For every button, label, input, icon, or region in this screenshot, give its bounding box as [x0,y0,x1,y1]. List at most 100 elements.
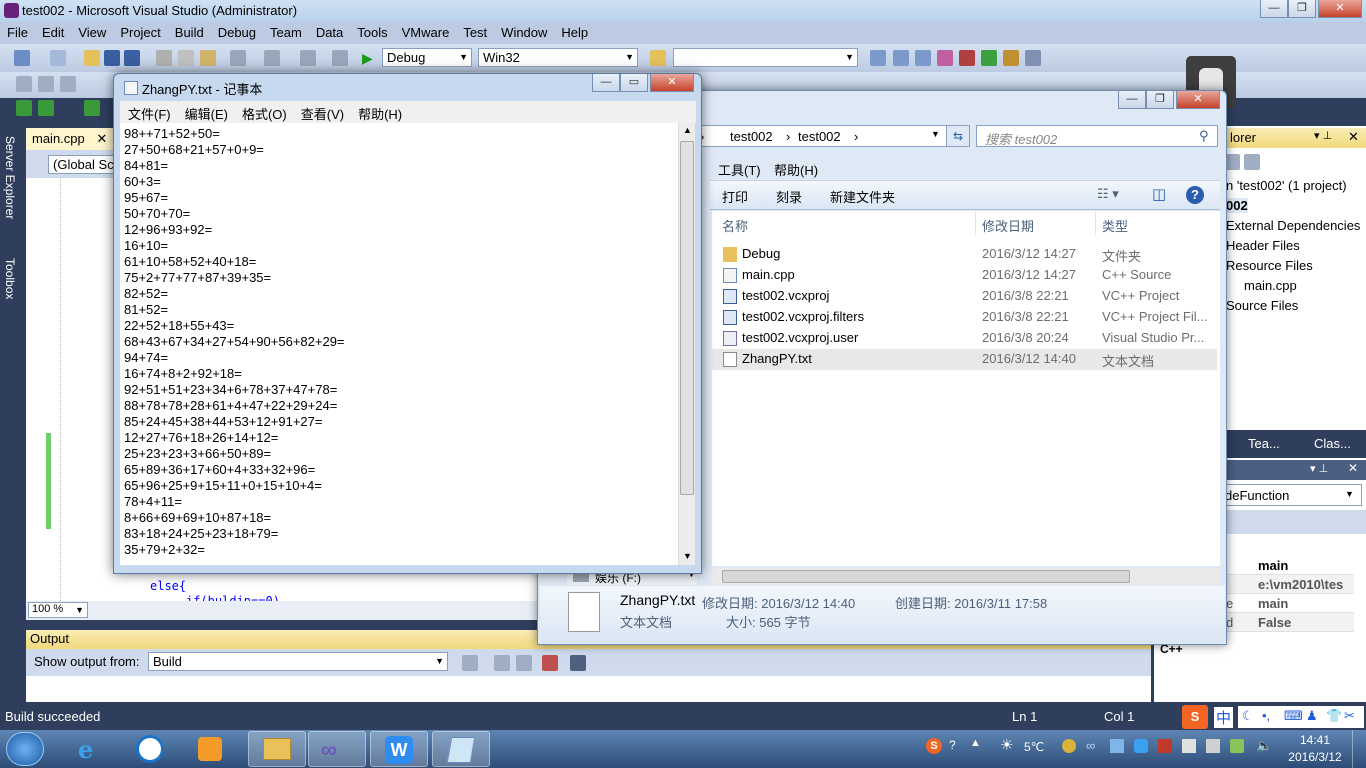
save-all-icon[interactable] [124,50,140,66]
chevron-down-icon[interactable]: ▼ [931,129,940,139]
extension-manager-icon[interactable] [1003,50,1019,66]
print-button[interactable]: 打印 [722,187,748,206]
add-item-icon[interactable] [50,50,66,66]
menu-help[interactable]: 帮助(H) [350,101,408,123]
tab-class-view[interactable]: Clas... [1314,436,1351,451]
menu-edit[interactable]: Edit [35,22,71,40]
show-desktop-button[interactable] [1352,730,1366,768]
new-project-icon[interactable] [14,50,30,66]
usb-tray-icon[interactable] [1182,739,1196,753]
ime-mode[interactable]: 中 [1214,707,1234,728]
search-icon[interactable]: ⚲ [1199,128,1209,144]
undo-icon[interactable] [230,50,246,66]
punctuation-icon[interactable]: •, [1262,708,1270,723]
menu-file[interactable]: File [0,22,35,40]
debug-icon[interactable] [38,100,54,116]
close-button[interactable]: ✕ [1318,0,1362,18]
start-button[interactable] [6,732,44,766]
new-folder-button[interactable]: 新建文件夹 [830,187,895,206]
action-center-icon[interactable] [1206,739,1220,753]
tools-icon[interactable] [959,50,975,66]
properties-icon[interactable] [893,50,909,66]
tree-external-dependencies[interactable]: External Dependencies [1226,218,1360,233]
keyboard-icon[interactable]: ⌨ [1284,708,1303,724]
skin-icon[interactable]: 👕 [1326,708,1342,724]
paste-icon[interactable] [200,50,216,66]
tree-project[interactable]: 002 [1226,198,1248,213]
tab-main-cpp[interactable]: main.cpp ✕ [26,128,116,150]
zoom-dropdown[interactable]: 100 % ▼ [28,602,88,618]
solution-configuration-dropdown[interactable]: Debug ▼ [382,48,472,67]
tree-header-files[interactable]: Header Files [1226,238,1300,253]
output-source-dropdown[interactable]: Build ▼ [148,652,448,671]
menu-data[interactable]: Data [309,22,350,40]
file-row[interactable]: Debug 2016/3/12 14:27 文件夹 [712,244,1217,265]
preview-pane-icon[interactable]: ◫ [1152,185,1166,203]
toolbox-tab[interactable]: Toolbox [3,258,17,299]
maximize-button[interactable]: ▭ [620,74,648,92]
temperature[interactable]: 5℃ [1024,740,1044,754]
word-wrap-icon[interactable] [570,655,586,671]
navigate-forward-icon[interactable] [332,50,348,66]
tree-main-cpp[interactable]: main.cpp [1244,278,1297,293]
minimize-button[interactable]: — [1118,91,1146,109]
explorer-taskbar-button[interactable] [248,731,306,767]
pin-icon[interactable]: ▾ ⊥ [1314,129,1332,142]
maximize-button[interactable]: ❐ [1288,0,1316,18]
menu-project[interactable]: Project [113,22,167,40]
ie-taskbar-button[interactable]: e [62,731,120,767]
scroll-thumb[interactable] [722,570,1130,583]
menu-tools[interactable]: 工具(T) [718,160,761,179]
debug-icon[interactable] [84,100,100,116]
file-row[interactable]: test002.vcxproj.user 2016/3/8 20:24 Visual… [712,328,1217,349]
tree-solution[interactable]: n 'test002' (1 project) [1226,178,1347,193]
object-browser-icon[interactable] [915,50,931,66]
toolbox-icon[interactable] [937,50,953,66]
next-message-icon[interactable] [516,655,532,671]
sogou-ime-icon[interactable]: S [1182,705,1208,729]
menu-format[interactable]: 格式(O) [234,101,293,123]
toolbar-icon[interactable] [60,76,76,92]
breadcrumb-item[interactable]: test002 [798,129,841,144]
pin-icon[interactable]: ▾ ⊥ [1310,462,1328,475]
tray-icon[interactable] [1110,739,1124,753]
debug-step-icon[interactable] [16,100,32,116]
menu-vmware[interactable]: VMware [395,22,457,40]
column-date[interactable]: 修改日期 [982,216,1034,235]
tree-source-files[interactable]: Source Files [1226,298,1298,313]
find-in-files-icon[interactable] [650,50,666,66]
toolbar-icon[interactable] [38,76,54,92]
solution-explorer-icon[interactable] [870,50,886,66]
clear-all-icon[interactable] [542,655,558,671]
menu-debug[interactable]: Debug [211,22,263,40]
open-file-icon[interactable] [84,50,100,66]
close-icon[interactable]: ✕ [96,131,107,146]
moon-icon[interactable]: ☾ [1242,708,1254,724]
help-icon[interactable]: ? [1186,186,1204,204]
maximize-button[interactable]: ❐ [1146,91,1174,109]
file-row[interactable]: test002.vcxproj 2016/3/8 22:21 VC++ Projec… [712,286,1217,307]
command-window-icon[interactable] [1025,50,1041,66]
start-page-icon[interactable] [981,50,997,66]
tree-resource-files[interactable]: Resource Files [1226,258,1313,273]
menu-file[interactable]: 文件(F) [120,101,177,123]
expand-tray-icon[interactable]: ▲ [970,737,981,749]
notepad-text-area[interactable]: 98++71+52+50= 27+50+68+21+57+0+9= 84+81= 60… [120,123,678,565]
refresh-icon[interactable]: ⇆ [946,125,970,147]
horizontal-scrollbar[interactable] [712,568,1220,585]
visual-studio-tray-icon[interactable]: ∞ [1086,738,1095,753]
wps-taskbar-button[interactable]: W [370,731,428,767]
network-icon[interactable] [1230,739,1244,753]
user-icon[interactable]: ♟ [1306,708,1318,724]
solution-platform-dropdown[interactable]: Win32 ▼ [478,48,638,67]
scroll-down-icon[interactable]: ▼ [683,551,692,561]
sogou-browser-taskbar-button[interactable] [122,731,180,767]
menu-test[interactable]: Test [456,22,494,40]
redo-icon[interactable] [264,50,280,66]
sogou-tray-icon[interactable]: S [926,738,942,754]
previous-message-icon[interactable] [494,655,510,671]
tab-team-explorer[interactable]: Tea... [1248,436,1280,451]
tray-icon[interactable] [1062,739,1076,753]
server-explorer-tab[interactable]: Server Explorer [3,136,17,219]
menu-tools[interactable]: Tools [350,22,394,40]
